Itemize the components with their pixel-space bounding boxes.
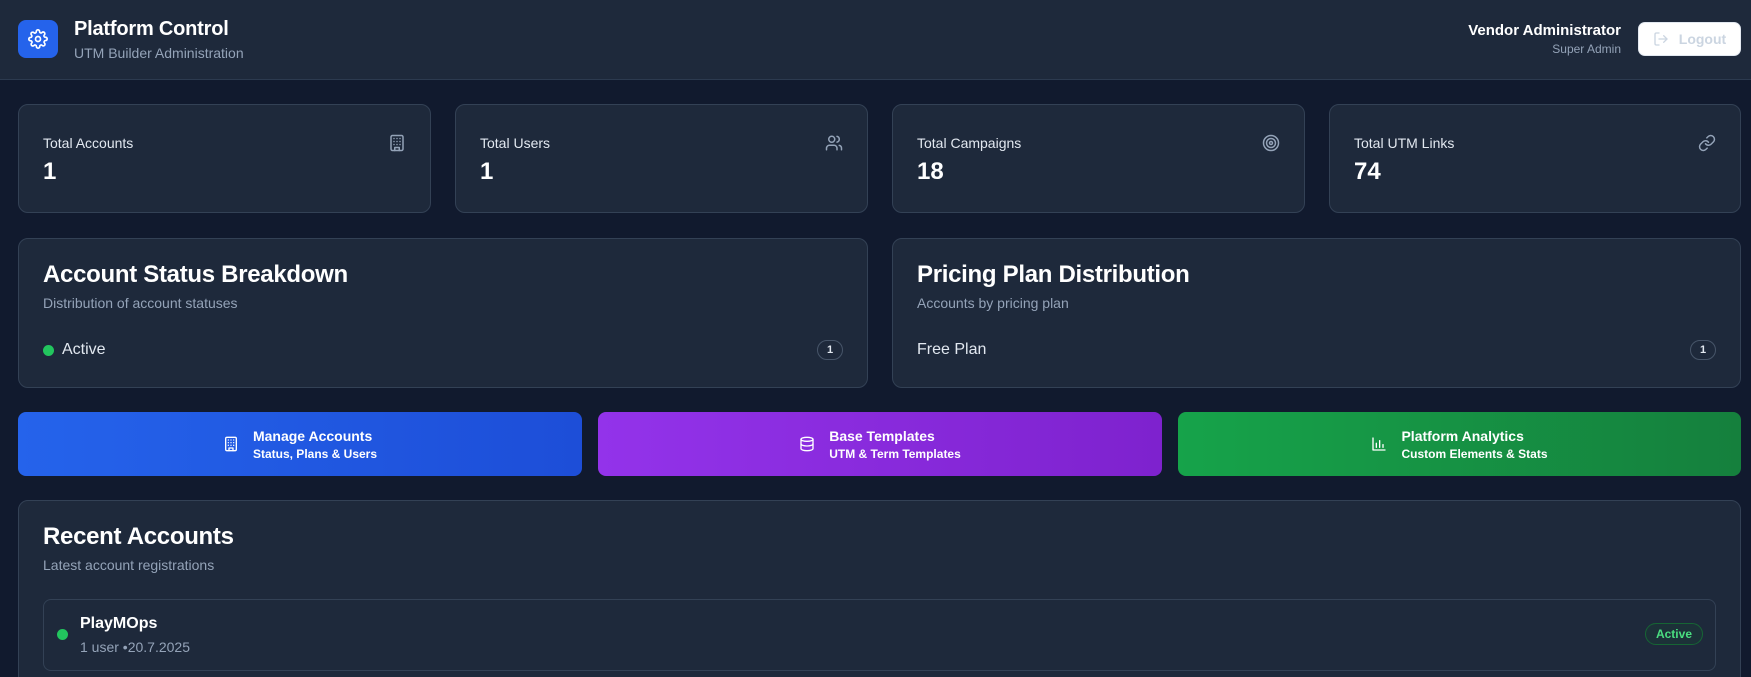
- app-subtitle: UTM Builder Administration: [74, 45, 244, 61]
- stat-value: 74: [1354, 158, 1381, 185]
- users-icon: [825, 135, 843, 151]
- pricing-plan-panel: Pricing Plan Distribution Accounts by pr…: [892, 238, 1741, 388]
- base-templates-button[interactable]: Base Templates UTM & Term Templates: [598, 412, 1162, 476]
- status-badge: Active: [1644, 623, 1703, 645]
- target-icon: [1262, 134, 1280, 152]
- stat-value: 18: [917, 158, 944, 185]
- count-badge: 1: [1690, 340, 1716, 360]
- user-role: Super Admin: [1552, 42, 1621, 56]
- button-title: Base Templates: [829, 427, 935, 444]
- logout-button[interactable]: Logout: [1638, 22, 1741, 56]
- button-subtitle: Custom Elements & Stats: [1401, 446, 1548, 461]
- link-icon: [1698, 134, 1716, 152]
- panel-title: Recent Accounts: [43, 523, 234, 550]
- gear-icon: [28, 29, 48, 49]
- count-badge: 1: [817, 340, 843, 360]
- plan-row-free: Free Plan: [917, 341, 986, 359]
- building-icon: [224, 436, 237, 452]
- stat-label: Total Campaigns: [917, 135, 1022, 151]
- recent-accounts-panel: Recent Accounts Latest account registrat…: [18, 500, 1741, 677]
- stat-value: 1: [43, 158, 57, 185]
- logout-icon: [1654, 32, 1668, 46]
- account-status-panel: Account Status Breakdown Distribution of…: [18, 238, 868, 388]
- stat-label: Total UTM Links: [1354, 135, 1455, 151]
- status-dot: [43, 344, 54, 356]
- stat-card-users: Total Users 1: [455, 104, 868, 213]
- stat-label: Total Accounts: [43, 135, 134, 151]
- building-icon: [390, 134, 404, 152]
- stat-card-accounts: Total Accounts 1: [18, 104, 431, 213]
- button-text: Manage Accounts Status, Plans & Users: [253, 428, 377, 461]
- panel-subtitle: Accounts by pricing plan: [917, 295, 1069, 311]
- platform-analytics-button[interactable]: Platform Analytics Custom Elements & Sta…: [1178, 412, 1741, 476]
- stat-card-utm-links: Total UTM Links 74: [1329, 104, 1741, 213]
- stat-card-campaigns: Total Campaigns 18: [892, 104, 1305, 213]
- top-header: Platform Control UTM Builder Administrat…: [0, 0, 1751, 80]
- bar-chart-icon: [1372, 437, 1387, 451]
- settings-logo: [18, 20, 58, 58]
- account-name: PlayMOps: [80, 615, 158, 632]
- button-title: Platform Analytics: [1401, 427, 1524, 444]
- status-label: Active: [62, 341, 106, 358]
- app-title: Platform Control: [74, 18, 229, 40]
- button-subtitle: Status, Plans & Users: [252, 446, 378, 461]
- account-meta: 1 user •20.7.2025: [80, 639, 190, 655]
- user-name: Vendor Administrator: [1468, 22, 1621, 39]
- panel-title: Account Status Breakdown: [43, 261, 348, 288]
- panel-subtitle: Distribution of account statuses: [43, 295, 238, 311]
- stat-value: 1: [480, 158, 494, 185]
- status-row-active: Active: [43, 341, 106, 359]
- panel-title: Pricing Plan Distribution: [917, 261, 1190, 288]
- plan-label: Free Plan: [917, 341, 987, 358]
- button-title: Manage Accounts: [252, 427, 373, 444]
- status-dot: [57, 629, 68, 640]
- logout-label: Logout: [1678, 31, 1727, 47]
- button-subtitle: UTM & Term Templates: [829, 446, 961, 461]
- button-text: Platform Analytics Custom Elements & Sta…: [1401, 428, 1547, 461]
- stat-label: Total Users: [480, 135, 551, 151]
- account-row[interactable]: PlayMOps 1 user •20.7.2025 Active: [43, 599, 1716, 671]
- database-icon: [800, 436, 814, 452]
- manage-accounts-button[interactable]: Manage Accounts Status, Plans & Users: [18, 412, 582, 476]
- panel-subtitle: Latest account registrations: [43, 557, 215, 573]
- button-text: Base Templates UTM & Term Templates: [829, 428, 961, 461]
